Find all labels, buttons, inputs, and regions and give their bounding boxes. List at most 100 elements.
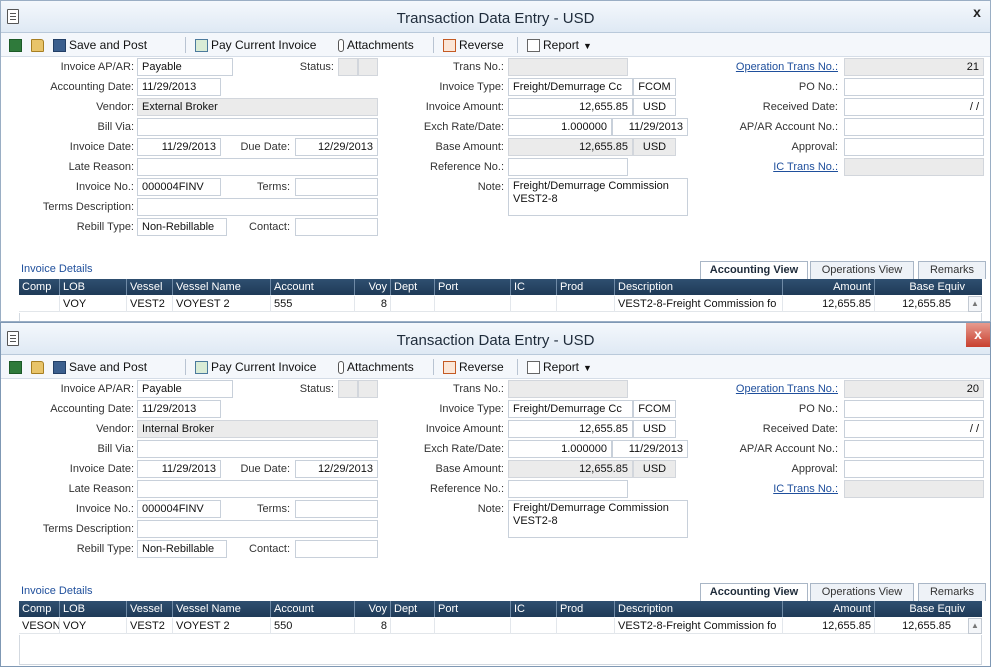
note-field[interactable]: Freight/Demurrage Commission VEST2-8 <box>508 500 688 538</box>
ic-trans-no-link[interactable]: IC Trans No.: <box>773 483 838 495</box>
due-date-field[interactable]: 12/29/2013 <box>295 138 378 156</box>
note-field[interactable]: Freight/Demurrage Commission VEST2-8 <box>508 178 688 216</box>
terms-field[interactable] <box>295 500 378 518</box>
operation-trans-no-link[interactable]: Operation Trans No.: <box>736 61 838 73</box>
open-folder-button[interactable] <box>31 37 47 53</box>
invoice-no-field[interactable]: 000004FINV <box>137 500 221 518</box>
accounting-date-field[interactable]: 11/29/2013 <box>137 400 221 418</box>
accounting-date-field[interactable]: 11/29/2013 <box>137 78 221 96</box>
report-menu-button[interactable]: Report ▼ <box>527 37 592 53</box>
invoice-no-field[interactable]: 000004FINV <box>137 178 221 196</box>
approval-field[interactable] <box>844 138 984 156</box>
col-amount[interactable]: Amount <box>783 279 875 295</box>
col-vessel-name[interactable]: Vessel Name <box>173 279 271 295</box>
cell-lob[interactable]: VOY <box>60 296 127 312</box>
cell-vessel[interactable]: VEST2 <box>127 296 173 312</box>
col-ic[interactable]: IC <box>511 601 557 617</box>
exch-date-field[interactable]: 11/29/2013 <box>612 440 688 458</box>
invoice-amount-field[interactable]: 12,655.85 <box>508 420 633 438</box>
bill-via-field[interactable] <box>137 440 378 458</box>
invoice-type-field[interactable]: Freight/Demurrage Cc <box>508 78 633 96</box>
col-base-equiv[interactable]: Base Equiv <box>875 601 968 617</box>
cell-dept[interactable] <box>391 296 435 312</box>
col-voy[interactable]: Voy <box>355 279 391 295</box>
pay-current-invoice-button[interactable]: Pay Current Invoice <box>195 37 316 53</box>
cell-prod[interactable] <box>557 618 615 634</box>
cell-account[interactable]: 550 <box>271 618 355 634</box>
col-prod[interactable]: Prod <box>557 601 615 617</box>
ap-ar-account-no-field[interactable] <box>844 118 984 136</box>
reverse-button[interactable]: Reverse <box>443 359 504 375</box>
cell-vessel-name[interactable]: VOYEST 2 <box>173 618 271 634</box>
col-dept[interactable]: Dept <box>391 279 435 295</box>
approval-field[interactable] <box>844 460 984 478</box>
col-comp[interactable]: Comp <box>19 601 60 617</box>
terms-description-field[interactable] <box>137 520 378 538</box>
cell-comp[interactable]: VESON <box>19 618 60 634</box>
received-date-field[interactable]: / / <box>844 98 984 116</box>
cell-port[interactable] <box>435 618 511 634</box>
invoice-type-code-field[interactable]: FCOM <box>633 400 676 418</box>
ic-trans-no-link[interactable]: IC Trans No.: <box>773 161 838 173</box>
scroll-up-arrow[interactable]: ▲ <box>968 296 982 312</box>
po-no-field[interactable] <box>844 400 984 418</box>
cell-ic[interactable] <box>511 618 557 634</box>
vendor-field[interactable]: External Broker <box>137 98 378 116</box>
export-excel-button[interactable] <box>9 359 25 375</box>
cell-base-equiv[interactable]: 12,655.85 <box>875 618 954 634</box>
tab-remarks[interactable]: Remarks <box>918 583 986 601</box>
late-reason-field[interactable] <box>137 158 378 176</box>
cell-amount[interactable]: 12,655.85 <box>783 296 875 312</box>
received-date-field[interactable]: / / <box>844 420 984 438</box>
invoice-type-code-field[interactable]: FCOM <box>633 78 676 96</box>
cell-lob[interactable]: VOY <box>60 618 127 634</box>
close-button[interactable]: x <box>966 323 990 347</box>
invoice-type-field[interactable]: Freight/Demurrage Cc <box>508 400 633 418</box>
terms-field[interactable] <box>295 178 378 196</box>
col-description[interactable]: Description <box>615 601 783 617</box>
save-and-post-button[interactable]: Save and Post <box>53 359 147 375</box>
col-prod[interactable]: Prod <box>557 279 615 295</box>
col-port[interactable]: Port <box>435 601 511 617</box>
col-account[interactable]: Account <box>271 279 355 295</box>
cell-voy[interactable]: 8 <box>355 296 391 312</box>
invoice-currency-field[interactable]: USD <box>633 98 676 116</box>
invoice-amount-field[interactable]: 12,655.85 <box>508 98 633 116</box>
col-amount[interactable]: Amount <box>783 601 875 617</box>
table-row[interactable]: VOY VEST2 VOYEST 2 555 8 VEST2-8-Freight… <box>19 296 982 312</box>
open-folder-button[interactable] <box>31 359 47 375</box>
cell-account[interactable]: 555 <box>271 296 355 312</box>
col-port[interactable]: Port <box>435 279 511 295</box>
col-comp[interactable]: Comp <box>19 279 60 295</box>
exch-rate-field[interactable]: 1.000000 <box>508 118 612 136</box>
cell-description[interactable]: VEST2-8-Freight Commission fo <box>615 618 783 634</box>
tab-accounting-view[interactable]: Accounting View <box>700 583 808 601</box>
tab-accounting-view[interactable]: Accounting View <box>700 261 808 279</box>
col-vessel[interactable]: Vessel <box>127 279 173 295</box>
invoice-date-field[interactable]: 11/29/2013 <box>137 138 221 156</box>
col-lob[interactable]: LOB <box>60 601 127 617</box>
report-menu-button[interactable]: Report ▼ <box>527 359 592 375</box>
cell-prod[interactable] <box>557 296 615 312</box>
contact-field[interactable] <box>295 540 378 558</box>
cell-dept[interactable] <box>391 618 435 634</box>
pay-current-invoice-button[interactable]: Pay Current Invoice <box>195 359 316 375</box>
tab-remarks[interactable]: Remarks <box>918 261 986 279</box>
cell-comp[interactable] <box>19 296 60 312</box>
tab-operations-view[interactable]: Operations View <box>810 583 914 601</box>
col-vessel-name[interactable]: Vessel Name <box>173 601 271 617</box>
col-lob[interactable]: LOB <box>60 279 127 295</box>
scroll-up-arrow[interactable]: ▲ <box>968 618 982 634</box>
po-no-field[interactable] <box>844 78 984 96</box>
cell-description[interactable]: VEST2-8-Freight Commission fo <box>615 296 783 312</box>
col-ic[interactable]: IC <box>511 279 557 295</box>
cell-amount[interactable]: 12,655.85 <box>783 618 875 634</box>
export-excel-button[interactable] <box>9 37 25 53</box>
cell-vessel[interactable]: VEST2 <box>127 618 173 634</box>
invoice-date-field[interactable]: 11/29/2013 <box>137 460 221 478</box>
col-dept[interactable]: Dept <box>391 601 435 617</box>
cell-ic[interactable] <box>511 296 557 312</box>
col-description[interactable]: Description <box>615 279 783 295</box>
exch-rate-field[interactable]: 1.000000 <box>508 440 612 458</box>
attachments-button[interactable]: Attachments <box>338 359 414 375</box>
